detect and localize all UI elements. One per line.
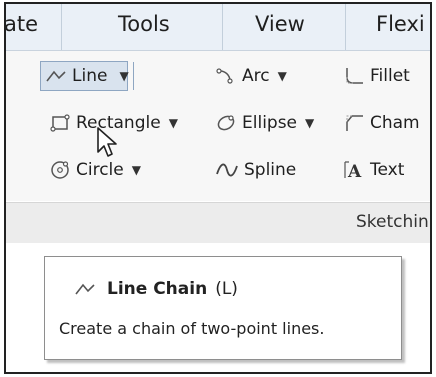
circle-tool[interactable]: Circle ▼ [50, 156, 141, 184]
ribbon-group-bar: Sketchin [6, 202, 430, 244]
sketching-group-label: Sketchin [356, 212, 429, 232]
tooltip-command-name: Line Chain [107, 279, 208, 299]
circle-icon [51, 161, 69, 179]
spline-label: Spline [244, 160, 297, 180]
chamfer-tool[interactable]: Cham [344, 109, 420, 137]
ellipse-dropdown-arrow[interactable]: ▼ [305, 116, 314, 130]
line-label: Line [72, 66, 108, 86]
line-chain-tooltip: Line Chain (L) Create a chain of two-poi… [44, 256, 402, 360]
menu-divider [345, 4, 346, 50]
text-tool[interactable]: A Text [344, 156, 404, 184]
sketch-ribbon: Line ▼ Rectangle ▼ Circle ▼ Arc ▼ Ellips… [6, 51, 430, 201]
spline-tool[interactable]: Spline [216, 156, 296, 184]
fillet-label: Fillet [370, 66, 410, 86]
ellipse-label: Ellipse [242, 113, 298, 133]
arc-dropdown-arrow[interactable]: ▼ [278, 69, 287, 83]
arc-label: Arc [242, 66, 270, 86]
tooltip-title: Line Chain (L) [75, 279, 238, 299]
circle-dropdown-arrow[interactable]: ▼ [132, 163, 141, 177]
menu-item-view[interactable]: View [255, 12, 305, 36]
text-label: Text [370, 160, 405, 180]
ellipse-tool[interactable]: Ellipse ▼ [216, 109, 314, 137]
menu-item-tools[interactable]: Tools [118, 12, 170, 36]
line-tool[interactable]: Line ▼ [46, 62, 129, 90]
fillet-tool[interactable]: Fillet [344, 62, 410, 90]
spline-icon [216, 163, 238, 177]
menu-divider [61, 4, 62, 50]
svg-text:A: A [347, 162, 362, 180]
rectangle-icon [50, 114, 70, 132]
menu-bar: ate Tools View Flexi [6, 4, 430, 51]
line-split-divider [133, 62, 134, 90]
menu-divider [222, 4, 223, 50]
menu-item-flexible[interactable]: Flexi [376, 12, 425, 36]
arc-icon [216, 68, 233, 84]
arc-tool[interactable]: Arc ▼ [216, 62, 287, 90]
text-icon: A [344, 161, 362, 180]
mouse-cursor-icon [97, 127, 117, 157]
line-chain-icon [46, 70, 66, 82]
chamfer-icon [346, 115, 363, 131]
app-window: ate Tools View Flexi Line ▼ Rectangle ▼ … [4, 2, 432, 374]
circle-label: Circle [76, 160, 124, 180]
rectangle-dropdown-arrow[interactable]: ▼ [169, 116, 178, 130]
tooltip-shortcut: (L) [215, 279, 238, 299]
line-chain-icon [75, 283, 95, 295]
ellipse-icon [217, 115, 235, 131]
fillet-icon [346, 68, 363, 84]
tooltip-description: Create a chain of two-point lines. [59, 319, 325, 338]
line-dropdown-arrow[interactable]: ▼ [119, 69, 128, 83]
menu-item-create[interactable]: ate [6, 12, 38, 36]
chamfer-label: Cham [370, 113, 420, 133]
